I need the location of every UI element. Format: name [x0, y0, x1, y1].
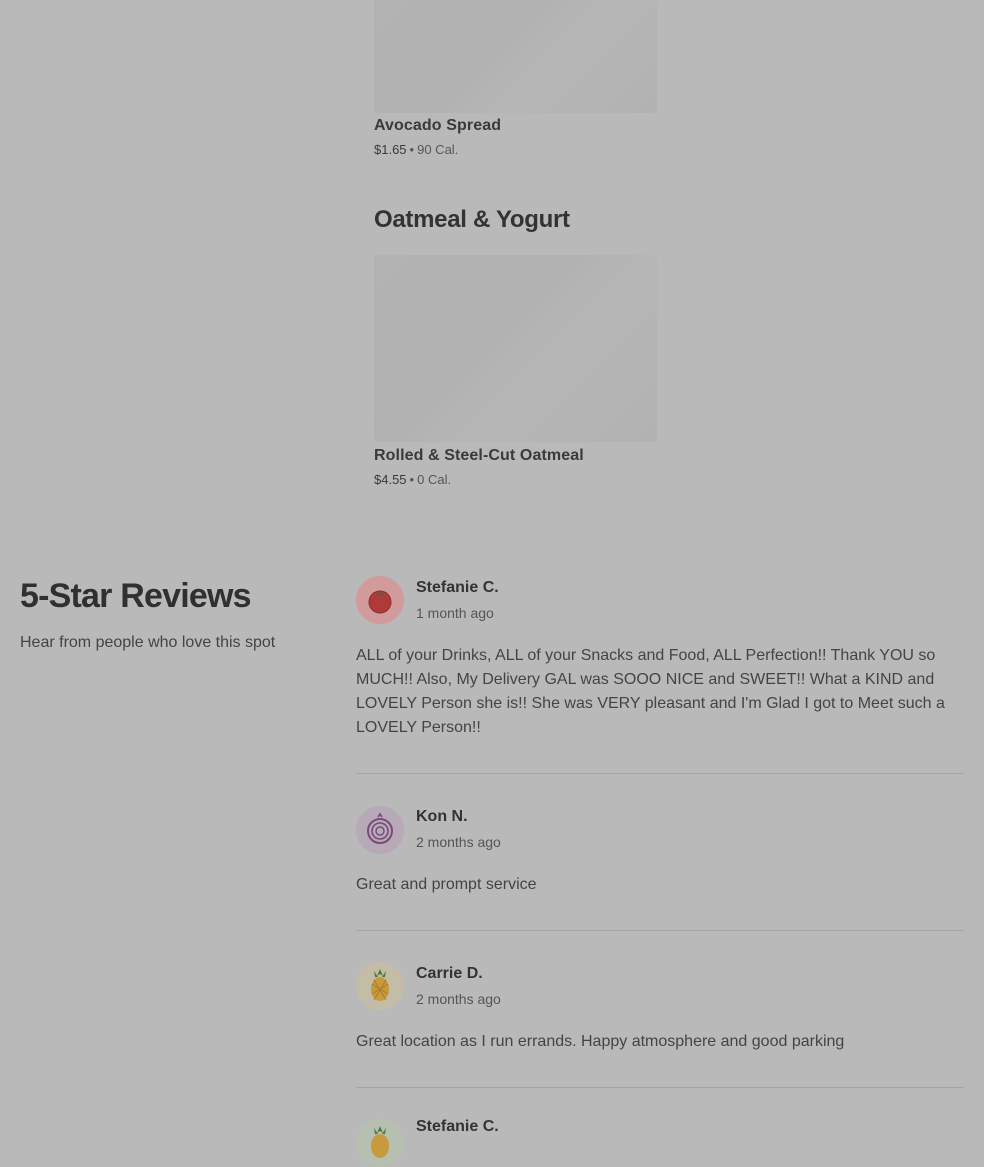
divider [356, 773, 964, 774]
menu-item-image[interactable] [374, 0, 657, 113]
avatar [356, 576, 404, 624]
meta-separator: • [409, 142, 415, 157]
reviewer-name: Carrie D. [416, 965, 483, 982]
review-text: ALL of your Drinks, ALL of your Snacks a… [356, 647, 945, 736]
review-text: Great and prompt service [356, 876, 537, 893]
avatar [356, 962, 404, 1010]
menu-item-name[interactable]: Avocado Spread [374, 117, 501, 135]
divider [356, 1087, 964, 1088]
tomato-icon [368, 590, 392, 614]
pineapple-icon [371, 1126, 389, 1158]
avatar [356, 1119, 404, 1167]
reviewer-name: Stefanie C. [416, 1118, 499, 1135]
reviewer-name: Kon N. [416, 808, 468, 825]
menu-section-title: Oatmeal & Yogurt [374, 206, 570, 233]
review-time: 2 months ago [416, 834, 501, 850]
reviews-title: 5-Star Reviews [20, 577, 252, 615]
menu-item-price: $1.65 [374, 142, 407, 157]
review-time: 2 months ago [416, 991, 501, 1007]
onion-icon [367, 812, 393, 844]
meta-separator: • [409, 472, 415, 487]
menu-item-calories: 90 Cal. [417, 142, 459, 157]
review-text: Great location as I run errands. Happy a… [356, 1033, 845, 1050]
menu-item-calories: 0 Cal. [417, 472, 452, 487]
menu-item-price: $4.55 [374, 472, 407, 487]
pineapple-icon [371, 969, 389, 1001]
menu-item-meta: $1.65 • 90 Cal. [374, 142, 458, 157]
reviewer-name: Stefanie C. [416, 579, 499, 596]
reviews-subtitle: Hear from people who love this spot [20, 634, 276, 651]
divider [356, 930, 964, 931]
menu-item-name[interactable]: Rolled & Steel-Cut Oatmeal [374, 447, 584, 465]
review-time: 1 month ago [416, 605, 494, 621]
avatar [356, 806, 404, 854]
menu-item-meta: $4.55 • 0 Cal. [374, 472, 451, 487]
menu-item-image[interactable] [374, 255, 657, 442]
